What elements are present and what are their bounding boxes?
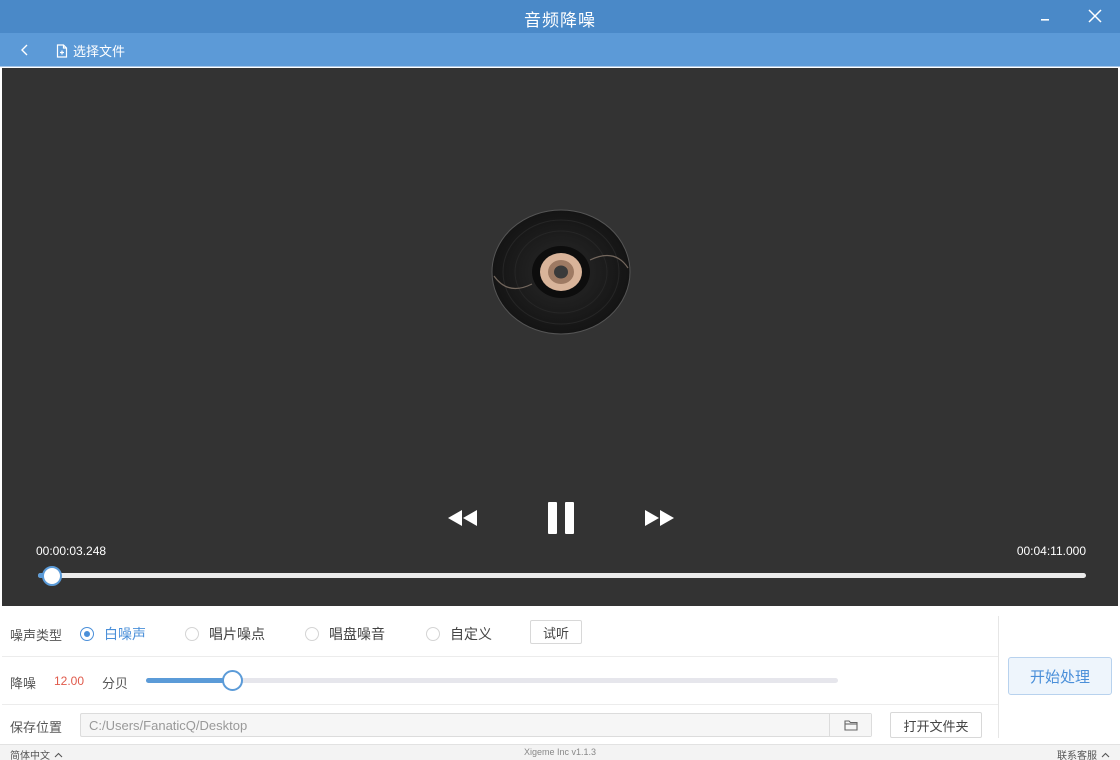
close-button[interactable] [1080,4,1110,28]
chevron-up-icon [1101,752,1110,757]
noise-type-label: 噪声类型 [10,628,63,643]
denoise-label: 降噪 [10,676,37,691]
radio-dot [426,627,440,641]
fast-forward-button[interactable] [642,506,678,530]
panel-divider [998,616,999,738]
radio-dot [305,627,319,641]
radio-record-crackle[interactable]: 唱片噪点 [185,624,265,644]
select-file-button[interactable]: 选择文件 [56,41,125,60]
minimize-icon [1041,19,1049,21]
denoise-unit: 分贝 [102,676,129,691]
radio-custom[interactable]: 自定义 [426,624,492,644]
support-label: 联系客服 [1057,751,1097,760]
settings-panel: 噪声类型 白噪声 唱片噪点 唱盘噪音 自定义 试听 降噪 12.00 分贝 保存… [2,607,998,744]
save-path-input[interactable] [81,714,829,736]
radio-white-noise[interactable]: 白噪声 [80,624,146,644]
folder-icon [843,720,858,731]
file-add-icon [56,43,68,58]
rewind-icon [448,510,477,526]
radio-dot [185,627,199,641]
toolbar: 选择文件 [0,33,1120,67]
pause-button[interactable] [544,500,578,536]
window-title: 音频降噪 [524,11,596,30]
radio-label: 白噪声 [104,626,146,642]
fast-forward-icon [645,510,674,526]
denoise-row: 降噪 12.00 分贝 [2,657,998,705]
player-area: 00:00:03.248 00:04:11.000 [2,68,1118,606]
select-file-label: 选择文件 [73,44,126,59]
chevron-left-icon [21,44,28,56]
back-button[interactable] [14,40,36,60]
denoise-value: 12.00 [54,674,85,688]
start-processing-button[interactable]: 开始处理 [1008,657,1112,695]
playback-progress-slider[interactable] [38,566,1086,586]
current-time: 00:00:03.248 [36,544,107,558]
denoise-slider-thumb[interactable] [221,670,243,691]
radio-label: 自定义 [450,626,492,642]
status-bar: 简体中文 Xigeme Inc v1.1.3 联系客服 [0,744,1120,760]
browse-folder-button[interactable] [829,714,871,736]
playback-progress-thumb[interactable] [41,566,62,586]
denoise-slider-fill [146,678,232,683]
save-location-label: 保存位置 [10,720,63,735]
radio-dot [80,627,94,641]
denoise-slider[interactable] [146,670,838,691]
radio-turntable-noise[interactable]: 唱盘噪音 [305,624,385,644]
close-icon [1088,9,1102,23]
rewind-button[interactable] [444,506,480,530]
pause-icon [548,502,574,534]
vinyl-record-icon [491,209,631,335]
minimize-button[interactable] [1030,4,1060,28]
total-time: 00:04:11.000 [1016,544,1086,558]
contact-support-button[interactable]: 联系客服 [1057,747,1110,760]
save-path-box [80,713,872,737]
preview-button[interactable]: 试听 [530,620,582,644]
title-bar: 音频降噪 [0,0,1120,33]
radio-label: 唱片噪点 [209,626,265,642]
noise-type-row: 噪声类型 白噪声 唱片噪点 唱盘噪音 自定义 试听 [2,607,998,657]
open-folder-button[interactable]: 打开文件夹 [890,712,982,738]
version-text: Xigeme Inc v1.1.3 [523,747,597,757]
radio-label: 唱盘噪音 [329,626,385,642]
